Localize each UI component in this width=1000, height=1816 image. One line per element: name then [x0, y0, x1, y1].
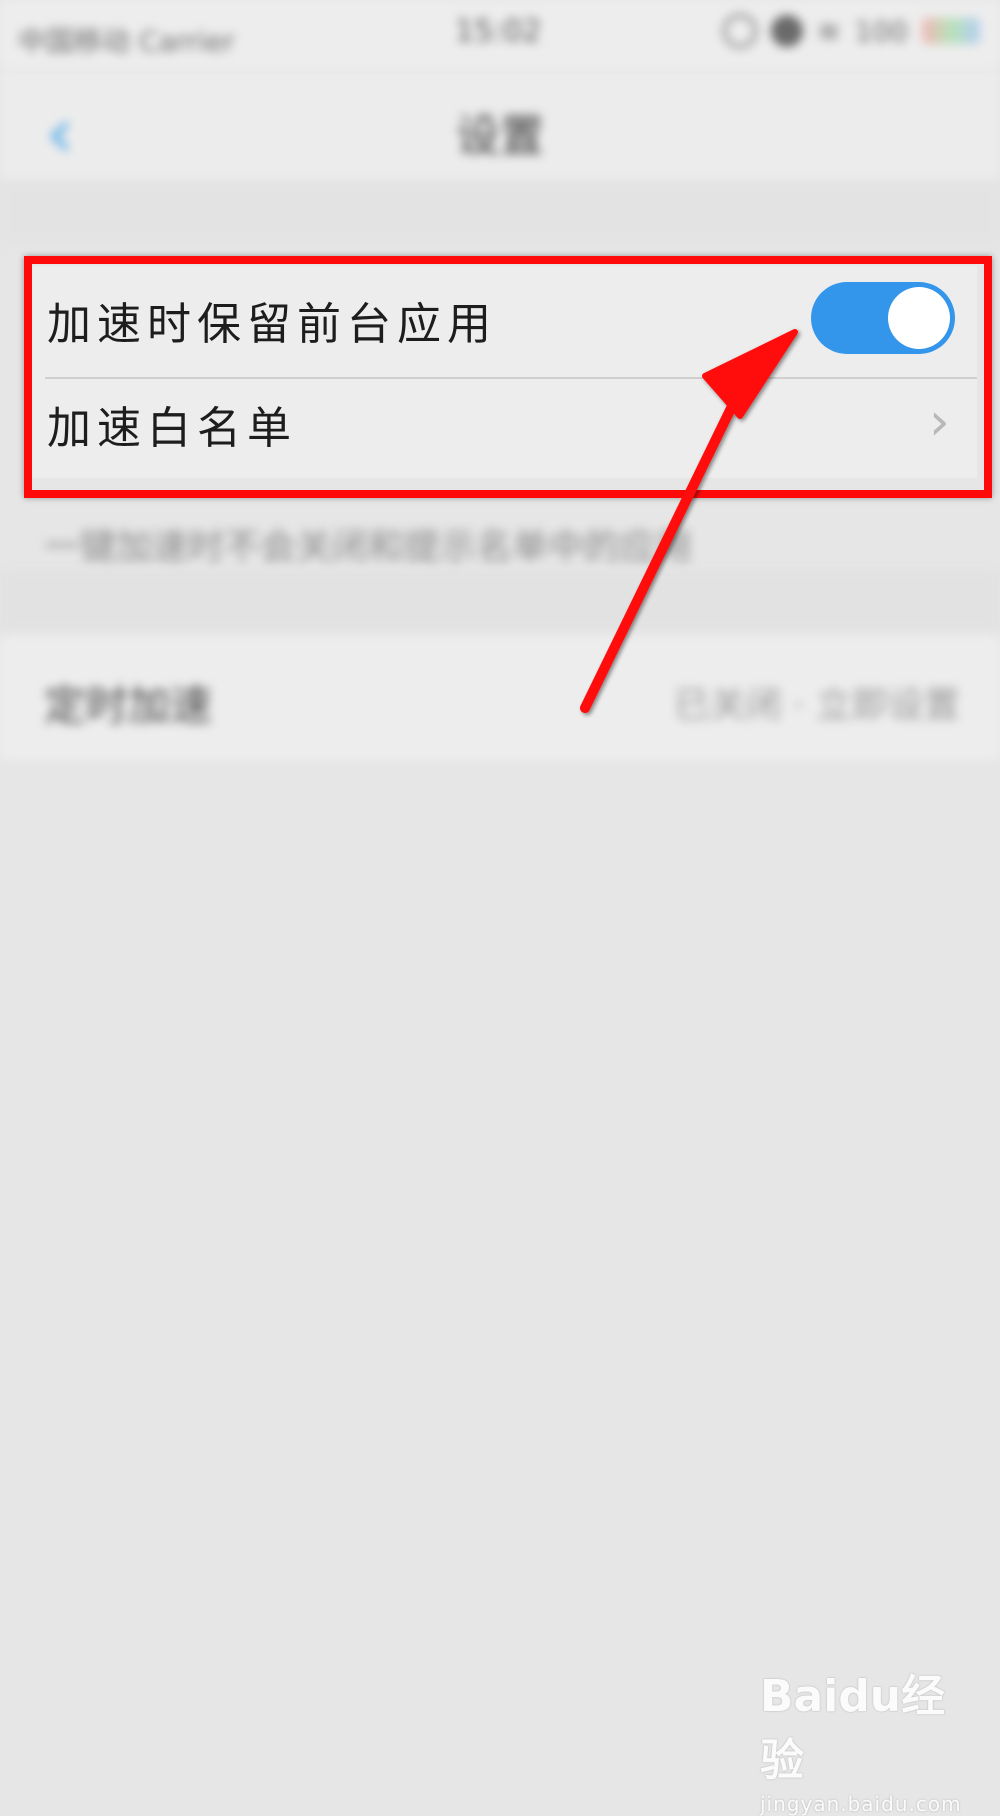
baidu-watermark: Baidu经验 jingyan.baidu.com: [760, 1660, 980, 1816]
watermark-logo: Baidu经验: [760, 1671, 946, 1786]
watermark-url: jingyan.baidu.com: [760, 1792, 962, 1816]
annotation-arrow: [580, 329, 798, 713]
